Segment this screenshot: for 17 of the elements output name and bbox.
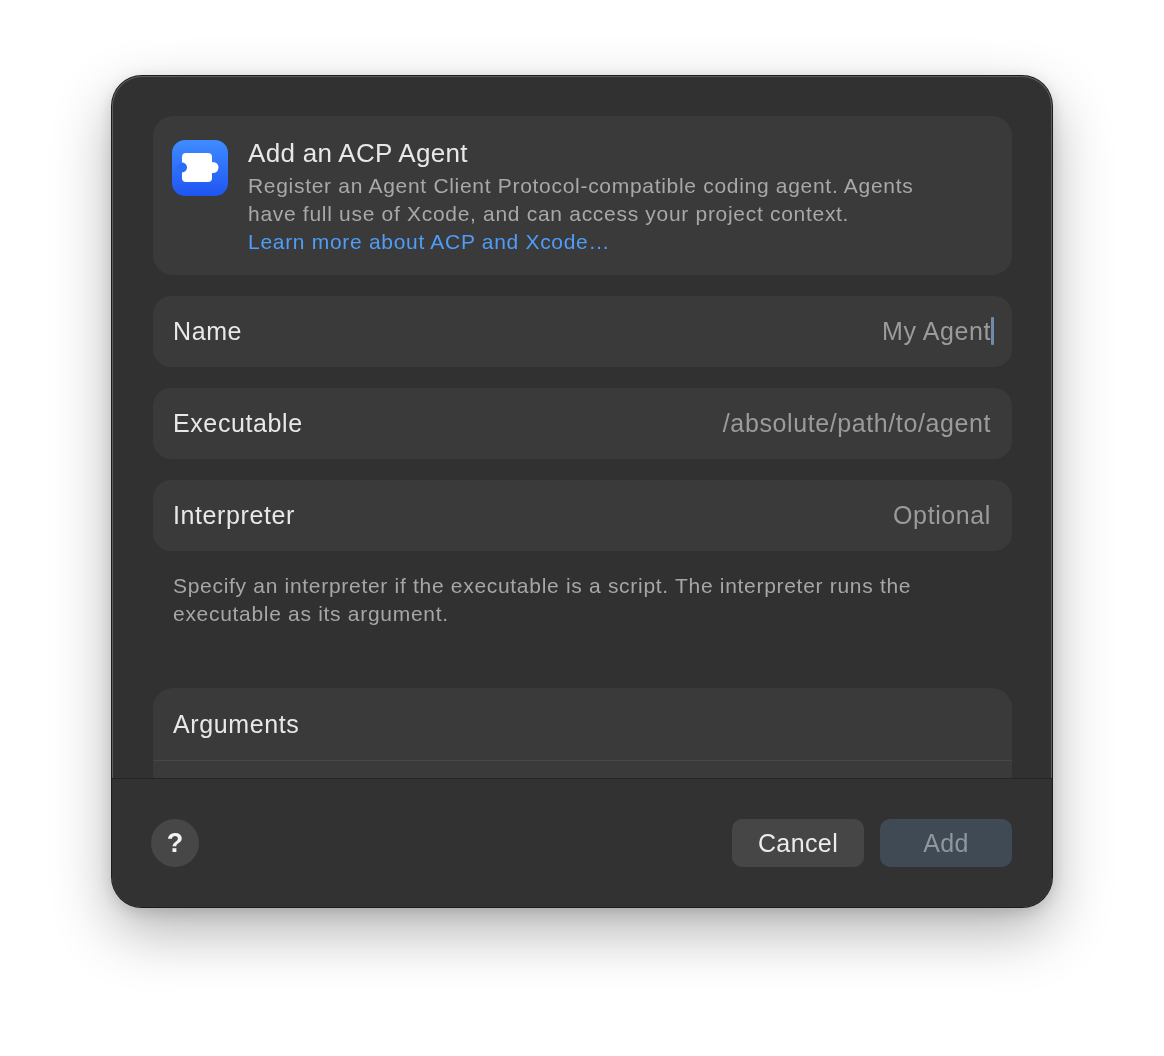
cancel-button[interactable]: Cancel <box>732 819 864 867</box>
text-input[interactable]: My Agent <box>262 315 991 348</box>
puzzle-piece-icon <box>172 140 228 196</box>
text-input[interactable]: Optional <box>314 499 991 532</box>
field-label: Executable <box>173 409 303 438</box>
help-button[interactable]: ? <box>151 819 199 867</box>
text-field[interactable]: Interpreter Optional <box>153 480 1012 551</box>
text-input[interactable]: /absolute/path/to/agent <box>322 407 991 440</box>
dialog-title: Add an ACP Agent <box>248 139 469 167</box>
text-field[interactable]: Name My Agent <box>153 296 1012 367</box>
section-title: Arguments <box>173 709 300 739</box>
text-field[interactable]: Executable /absolute/path/to/agent <box>153 388 1012 459</box>
hint-text: Specify an interpreter if the executable is a script. The interpreter runs the executable as its argument. <box>172 573 913 627</box>
field-label: Name <box>173 317 243 346</box>
field-label: Interpreter <box>173 501 295 530</box>
description-text: Register an Agent Client Protocol-compatible coding agent. Agents have full use of Xcode, and can access your project context. Learn more about ACP and Xcode… <box>248 173 915 255</box>
learn-more-link[interactable]: Learn more about ACP and Xcode… <box>248 230 611 253</box>
